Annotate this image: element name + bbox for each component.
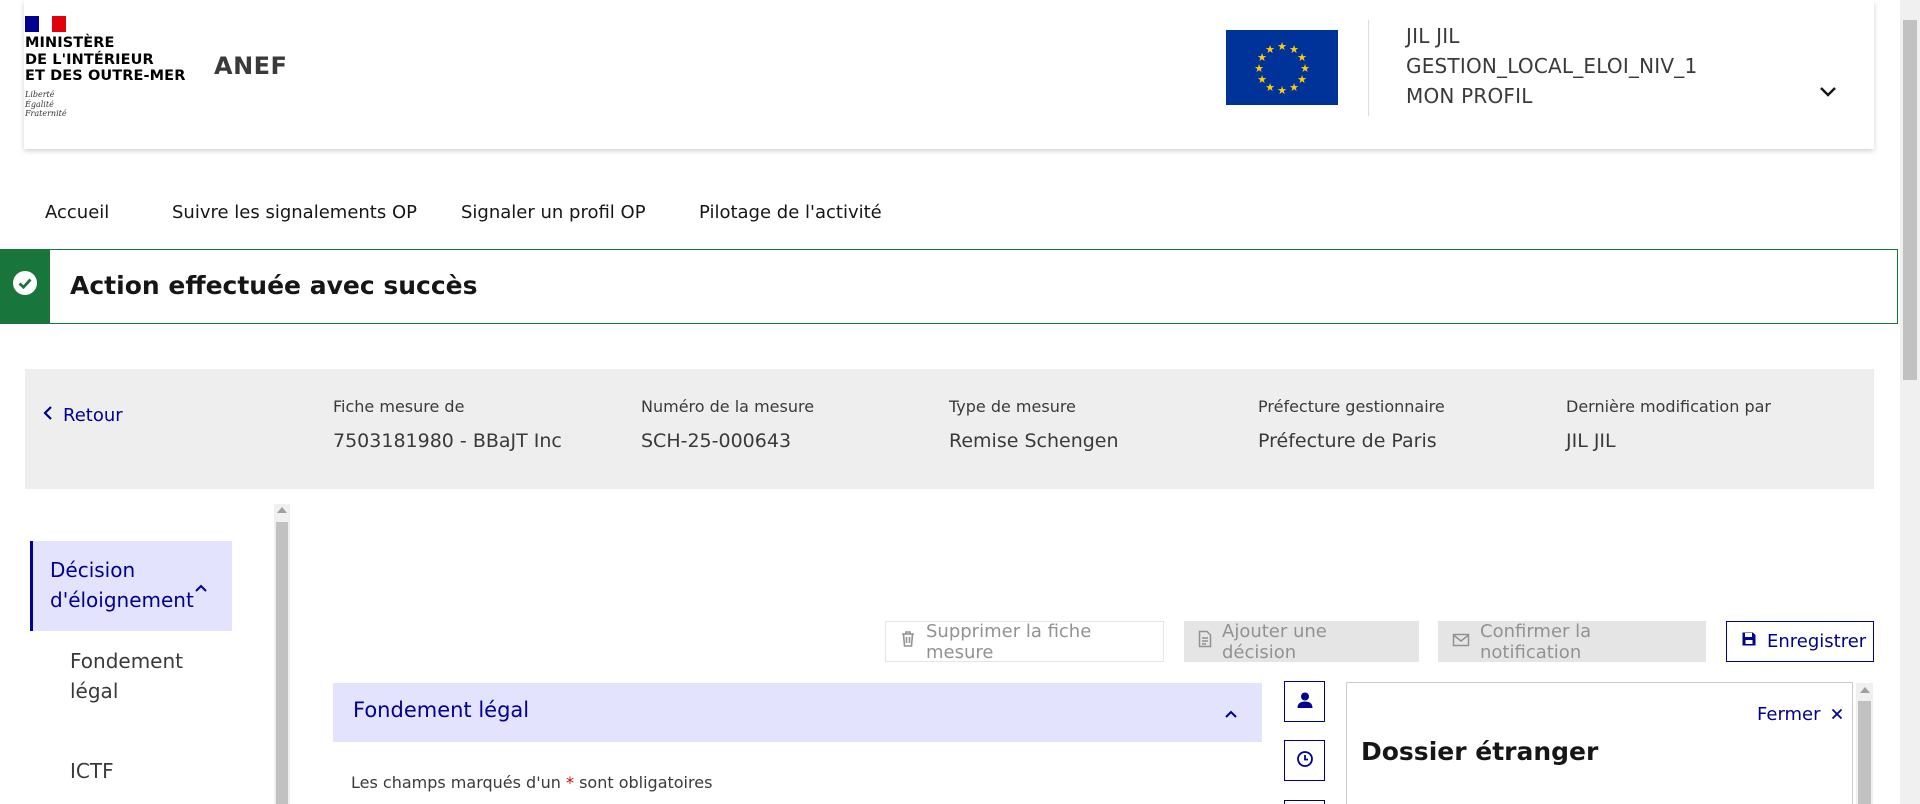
info-field: Dernière modification par JIL JIL [1566,397,1771,452]
nav-item-accueil[interactable]: Accueil [45,202,109,223]
delete-measure-label: Supprimer la fiche mesure [926,620,1092,663]
save-label: Enregistrer [1767,631,1867,652]
document-icon [1198,630,1212,653]
chevron-up-icon[interactable] [193,580,209,592]
close-panel-button[interactable]: Fermer [1757,704,1843,725]
panel-scrollbar[interactable] [1856,683,1873,804]
ministry-line: DE L'INTÉRIEUR [25,51,154,68]
republic-motto: Liberté Égalité Fraternité [25,90,67,119]
user-icon [1296,691,1314,713]
required-note-text: sont obligatoires [573,773,713,792]
sidebar-item-ictf[interactable]: ICTF [70,756,220,786]
svg-text:★: ★ [1265,43,1275,56]
chevron-down-icon[interactable] [1818,84,1838,100]
info-value: JIL JIL [1566,430,1616,452]
required-fields-note: Les champs marqués d'un * sont obligatoi… [351,773,712,792]
app-name[interactable]: ANEF [214,52,287,80]
close-icon [1831,704,1843,725]
info-value: 7503181980 - BBaJT Inc [333,430,562,452]
svg-text:★: ★ [1277,40,1287,53]
ministry-name: MINISTÈRE DE L'INTÉRIEUR ET DES OUTRE-ME… [25,35,185,85]
required-note-text: Les champs marqués d'un [351,773,566,792]
user-button[interactable] [1284,681,1325,722]
info-label: Numéro de la mesure [641,397,815,416]
info-value: Préfecture de Paris [1258,430,1437,452]
save-button[interactable]: Enregistrer [1726,621,1874,662]
scroll-up-arrow[interactable] [277,507,287,513]
info-label: Fiche mesure de [333,397,465,416]
info-label: Type de mesure [949,397,1076,416]
sidebar-item-label: Décision d'éloignement [50,558,194,612]
user-name: JIL JIL [1406,24,1460,48]
required-star: * [565,773,574,792]
close-label: Fermer [1757,704,1821,725]
sidebar-scrollbar[interactable] [274,504,290,804]
confirm-notification-label: Confirmer la notification [1480,620,1592,663]
history-button[interactable] [1284,740,1325,781]
mail-icon [1452,631,1470,652]
chevron-left-icon [43,405,53,426]
info-field: Préfecture gestionnaire Préfecture de Pa… [1258,397,1445,452]
profile-link[interactable]: MON PROFIL [1406,84,1533,108]
info-field: Fiche mesure de 7503181980 - BBaJT Inc [333,397,562,452]
eu-flag-logo: ★ ★ ★ ★ ★ ★ ★ ★ ★ ★ ★ ★ [1226,30,1338,105]
delete-measure-button[interactable]: Supprimer la fiche mesure [885,620,1164,663]
info-field: Type de mesure Remise Schengen [949,397,1119,452]
svg-text:★: ★ [1277,84,1287,97]
third-side-button[interactable] [1284,800,1325,804]
back-link[interactable]: Retour [43,405,123,426]
add-decision-button[interactable]: Ajouter une décision [1184,620,1419,663]
confirm-notification-button[interactable]: Confirmer la notification [1438,620,1706,663]
save-icon [1741,631,1757,652]
sidebar-item-fondement-legal[interactable]: Fondement légal [70,646,220,706]
page-scrollbar[interactable] [1900,0,1920,804]
alert-message: Action effectuée avec succès [70,271,478,300]
motto-line: Liberté [25,90,55,99]
user-role: GESTION_LOCAL_ELOI_NIV_1 [1406,54,1698,78]
check-circle-icon [12,270,38,296]
info-field: Numéro de la mesure SCH-25-000643 [641,397,814,452]
svg-text:★: ★ [1289,81,1299,94]
panel-title: Dossier étranger [1361,737,1599,766]
ministry-line: MINISTÈRE [25,35,115,51]
clock-icon [1296,750,1314,772]
motto-line: Égalité [25,99,54,109]
nav-item-pilotage[interactable]: Pilotage de l'activité [699,202,882,223]
trash-icon [900,630,916,653]
scrollbar-thumb[interactable] [276,522,288,804]
header-divider [1368,20,1369,116]
french-flag-logo [25,16,67,32]
ministry-line: ET DES OUTRE-MER [25,68,186,84]
scrollbar-thumb[interactable] [1858,701,1871,804]
nav-item-signaler-profil[interactable]: Signaler un profil OP [461,202,646,223]
scroll-up-arrow[interactable] [1860,687,1870,693]
nav-item-suivre-signalements[interactable]: Suivre les signalements OP [172,202,417,223]
info-label: Préfecture gestionnaire [1258,397,1445,416]
add-decision-label: Ajouter une décision [1222,620,1327,663]
accordion-title: Fondement légal [353,698,530,722]
info-value: SCH-25-000643 [641,430,792,452]
chevron-up-icon[interactable] [1223,706,1239,718]
motto-line: Fraternité [25,109,67,118]
back-label: Retour [63,405,123,426]
info-label: Dernière modification par [1566,397,1771,416]
info-value: Remise Schengen [949,430,1119,452]
scrollbar-thumb[interactable] [1903,20,1917,380]
